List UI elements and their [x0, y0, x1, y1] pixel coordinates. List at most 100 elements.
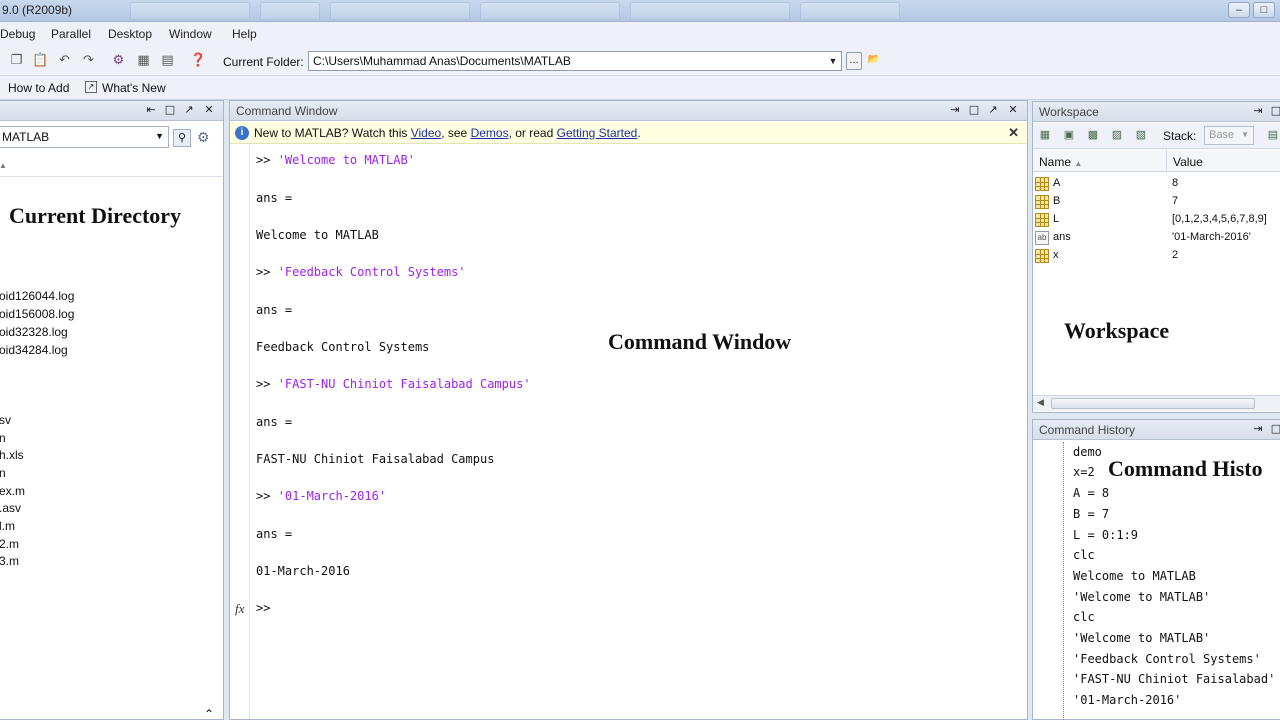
print-icon[interactable]: ▨	[1109, 127, 1125, 143]
menu-help[interactable]: Help	[232, 27, 257, 41]
file-item[interactable]: ex.m	[0, 484, 25, 498]
history-entry[interactable]: L = 0:1:9	[1073, 528, 1138, 542]
command-prompt[interactable]: >>	[256, 601, 270, 615]
copy-icon[interactable]: ❐	[8, 52, 25, 69]
paste-icon[interactable]: 📋	[32, 52, 49, 69]
chevron-down-icon[interactable]: ▼	[1241, 130, 1249, 139]
menu-desktop[interactable]: Desktop	[108, 27, 152, 41]
ans-label: ans =	[256, 303, 293, 317]
horizontal-scrollbar[interactable]: ◀	[1033, 395, 1280, 411]
history-entry[interactable]: A = 8	[1073, 486, 1109, 500]
close-notice-icon[interactable]: ✕	[1008, 125, 1019, 141]
file-item[interactable]: 3.m	[0, 554, 19, 568]
save-workspace-icon[interactable]: ▩	[1085, 127, 1101, 143]
file-item[interactable]: 2.m	[0, 537, 19, 551]
video-link[interactable]: Video	[411, 126, 441, 140]
history-entry[interactable]: clc	[1073, 548, 1095, 562]
maximize-panel-icon[interactable]: □	[1269, 104, 1280, 118]
scroll-left-icon[interactable]: ◀	[1037, 397, 1044, 408]
profiler-icon[interactable]: ▤	[159, 52, 176, 69]
file-item[interactable]: sv	[0, 413, 11, 427]
chevron-down-icon[interactable]: ▼	[828, 55, 838, 67]
string-variable-icon: ab	[1035, 231, 1049, 245]
command-input-line: >> 'Welcome to MATLAB'	[256, 153, 415, 167]
menu-window[interactable]: Window	[169, 27, 212, 41]
workspace-variable-row[interactable]: L [0,1,2,3,4,5,6,7,8,9]	[1033, 212, 1280, 229]
chevron-up-icon[interactable]: ⌃	[204, 707, 214, 720]
help-icon[interactable]: ❓	[190, 52, 207, 69]
undock-icon[interactable]: ⇤	[144, 103, 158, 117]
undock-icon[interactable]: ⇥	[1251, 104, 1265, 118]
background-tab	[330, 2, 470, 20]
chevron-down-icon[interactable]: ▼	[155, 131, 164, 141]
history-entry[interactable]: clc	[1073, 610, 1095, 624]
file-item[interactable]: oid126044.log	[0, 289, 74, 303]
history-entry[interactable]: Welcome to MATLAB	[1073, 569, 1196, 583]
background-tab	[630, 2, 790, 20]
file-item[interactable]: n	[0, 431, 6, 445]
undo-icon[interactable]: ↶	[56, 52, 73, 69]
history-entry[interactable]: x=2	[1073, 465, 1095, 479]
current-directory-annotation: Current Directory	[9, 203, 182, 228]
menu-parallel[interactable]: Parallel	[51, 27, 91, 41]
getting-started-notice: i New to MATLAB? Watch this Video, see D…	[230, 122, 1027, 144]
close-icon[interactable]: ✕	[1006, 103, 1020, 117]
plot-selector-icon[interactable]: ▧	[1133, 127, 1149, 143]
maximize-button[interactable]: □	[1253, 2, 1275, 18]
browse-folder-button[interactable]: …	[846, 52, 862, 70]
history-entry[interactable]: demo	[1073, 445, 1102, 459]
undock-icon[interactable]: ⇥	[1251, 422, 1265, 436]
shortcut-whats-new[interactable]: What's New	[102, 81, 166, 95]
file-item[interactable]: oid32328.log	[0, 325, 68, 339]
file-item[interactable]: oid34284.log	[0, 343, 68, 357]
history-entry[interactable]: 'Welcome to MATLAB'	[1073, 631, 1210, 645]
minimize-button[interactable]: –	[1228, 2, 1250, 18]
menu-debug[interactable]: Debug	[0, 27, 35, 41]
history-entry[interactable]: '01-March-2016'	[1073, 693, 1181, 707]
search-icon[interactable]: ⚲	[173, 129, 191, 147]
maximize-panel-icon[interactable]: □	[163, 103, 177, 117]
maximize-panel-icon[interactable]: □	[1269, 422, 1280, 436]
workspace-variable-row[interactable]: A 8	[1033, 176, 1280, 193]
sort-up-icon[interactable]: ▲	[0, 161, 7, 170]
file-item[interactable]: n	[0, 466, 6, 480]
maximize-panel-icon[interactable]: □	[967, 103, 981, 117]
file-item[interactable]: .asv	[0, 501, 21, 515]
file-item[interactable]: h.xls	[0, 448, 24, 462]
file-item[interactable]: l.m	[0, 519, 15, 533]
redo-icon[interactable]: ↷	[80, 52, 97, 69]
history-entry[interactable]: B = 7	[1073, 507, 1109, 521]
history-entry[interactable]: 'FAST-NU Chiniot Faisalabad'	[1073, 672, 1275, 686]
workspace-variable-row[interactable]: ab ans '01-March-2016'	[1033, 230, 1280, 247]
function-browser-icon[interactable]: fx	[235, 601, 244, 617]
close-icon[interactable]: ✕	[202, 103, 216, 117]
getting-started-link[interactable]: Getting Started	[557, 126, 638, 140]
plot-icon[interactable]: ▤	[1265, 127, 1280, 143]
demos-link[interactable]: Demos	[471, 126, 509, 140]
parent-folder-icon[interactable]: 📂	[866, 52, 882, 70]
column-divider[interactable]	[1166, 150, 1167, 171]
shortcut-how-to-add[interactable]: How to Add	[8, 81, 69, 95]
import-data-icon[interactable]: ▣	[1061, 127, 1077, 143]
undock-arrow-icon[interactable]: ↗	[986, 103, 1000, 117]
new-variable-icon[interactable]: ▦	[1037, 127, 1053, 143]
gear-icon[interactable]: ⚙	[197, 129, 210, 146]
workspace-variable-row[interactable]: B 7	[1033, 194, 1280, 211]
history-entry[interactable]: 'Welcome to MATLAB'	[1073, 590, 1210, 604]
directory-path-field[interactable]: MATLAB ▼	[0, 126, 169, 148]
column-value[interactable]: Value	[1173, 155, 1203, 169]
workspace-variable-row[interactable]: x 2	[1033, 248, 1280, 265]
current-folder-field[interactable]: C:\Users\Muhammad Anas\Documents\MATLAB	[308, 51, 842, 71]
history-entry[interactable]: 'Feedback Control Systems'	[1073, 652, 1261, 666]
scrollbar-thumb[interactable]	[1051, 398, 1255, 409]
background-tab	[480, 2, 620, 20]
undock-icon[interactable]: ⇥	[948, 103, 962, 117]
column-name[interactable]: Name ▲	[1039, 155, 1082, 169]
matrix-icon	[1035, 213, 1049, 227]
guide-icon[interactable]: ▦	[135, 52, 152, 69]
stack-select[interactable]: Base ▼	[1204, 126, 1254, 145]
shortcuts-bar: How to Add ↗ What's New	[0, 76, 1280, 100]
undock-arrow-icon[interactable]: ↗	[182, 103, 196, 117]
file-item[interactable]: oid156008.log	[0, 307, 74, 321]
simulink-icon[interactable]: ⚙	[110, 52, 127, 69]
